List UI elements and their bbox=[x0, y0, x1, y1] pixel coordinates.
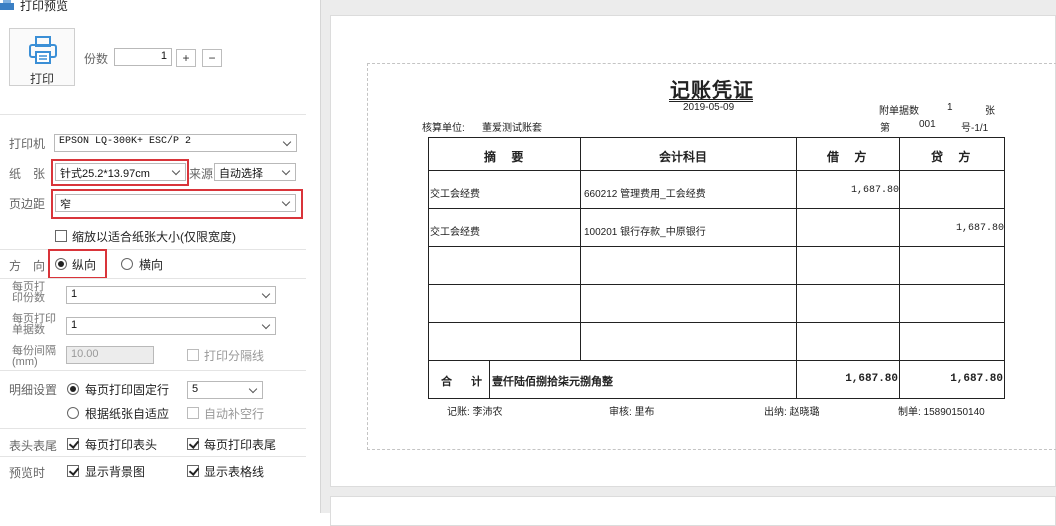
divider bbox=[0, 456, 306, 457]
attach-label: 附单据数 bbox=[879, 106, 919, 117]
landscape-label: 横向 bbox=[139, 258, 164, 272]
show-grid-label: 显示表格线 bbox=[204, 465, 265, 479]
divider bbox=[0, 428, 306, 429]
docs-per-page-label: 单据数 bbox=[12, 324, 45, 336]
scale-to-fit-checkbox[interactable] bbox=[55, 230, 67, 242]
printer-icon bbox=[29, 36, 57, 64]
adapt-radio[interactable] bbox=[67, 407, 79, 419]
table-header-debit: 借 方 bbox=[827, 150, 873, 164]
printer-select[interactable]: EPSON LQ-300K+ ESC/P 2 bbox=[54, 134, 297, 152]
preview-label: 预览时 bbox=[9, 466, 46, 480]
docs-per-page-select[interactable]: 1 bbox=[66, 317, 276, 335]
print-separator-label: 打印分隔线 bbox=[204, 349, 265, 363]
copies-minus-button[interactable]: − bbox=[202, 49, 222, 67]
table-header-account: 会计科目 bbox=[659, 150, 708, 164]
preview-page: 记账凭证 2019-05-09 附单据数 1 张 核算单位: 董爱测试账套 第 … bbox=[330, 15, 1056, 487]
print-header-label: 每页打印表头 bbox=[85, 438, 158, 452]
autofill-label: 自动补空行 bbox=[204, 407, 265, 421]
print-footer-label: 每页打印表尾 bbox=[204, 438, 277, 452]
window-title: 打印预览 bbox=[20, 0, 69, 13]
printer-icon bbox=[0, 0, 14, 10]
attach-unit: 张 bbox=[985, 106, 995, 117]
voucher-no-suffix: 号-1/1 bbox=[961, 123, 989, 134]
reviewer: 审核: 里布 bbox=[609, 407, 655, 418]
interval-unit-label: (mm) bbox=[12, 356, 38, 368]
orientation-label: 方 向 bbox=[9, 259, 46, 273]
cashier: 出纳: 赵晓璐 bbox=[764, 407, 820, 418]
table-cell-summary: 交工会经费 bbox=[430, 189, 480, 200]
show-bg-label: 显示背景图 bbox=[85, 465, 146, 479]
voucher-date: 2019-05-09 bbox=[683, 102, 735, 113]
highlight-box bbox=[51, 189, 303, 219]
autofill-checkbox[interactable] bbox=[187, 407, 199, 419]
table-cell-summary: 交工会经费 bbox=[430, 227, 480, 238]
print-button[interactable]: 打印 bbox=[9, 28, 75, 86]
table-header-credit: 贷 方 bbox=[931, 150, 977, 164]
attach-value: 1 bbox=[947, 102, 953, 113]
show-bg-checkbox[interactable] bbox=[67, 465, 79, 477]
print-header-checkbox[interactable] bbox=[67, 438, 79, 450]
interval-input[interactable]: 10.00 bbox=[66, 346, 154, 364]
table-header-summary: 摘 要 bbox=[484, 150, 530, 164]
print-separator-checkbox[interactable] bbox=[187, 349, 199, 361]
fixed-rows-select[interactable]: 5 bbox=[187, 381, 263, 399]
table-cell-debit: 1,687.80 bbox=[850, 185, 899, 196]
fixed-rows-radio[interactable] bbox=[67, 383, 79, 395]
unit-label: 核算单位: bbox=[422, 123, 465, 134]
voucher-no-label: 第 bbox=[880, 123, 890, 134]
margin-label: 页边距 bbox=[9, 197, 46, 211]
divider bbox=[0, 249, 306, 250]
table-cell-account: 660212 管理费用_工会经费 bbox=[584, 189, 706, 200]
preview-page bbox=[330, 496, 1056, 526]
maker: 制单: 15890150140 bbox=[898, 407, 985, 418]
copies-plus-button[interactable]: + bbox=[176, 49, 196, 67]
total-debit: 1,687.80 bbox=[845, 373, 898, 385]
settings-panel: 打印 份数 1 + − 打印机 EPSON LQ-300K+ ESC/P 2 纸… bbox=[0, 13, 313, 513]
print-footer-checkbox[interactable] bbox=[187, 438, 199, 450]
total-in-words: 壹仟陆佰捌拾柒元捌角整 bbox=[492, 376, 613, 388]
source-label: 来源 bbox=[189, 167, 214, 181]
printer-label: 打印机 bbox=[9, 137, 46, 151]
total-credit: 1,687.80 bbox=[950, 373, 1003, 385]
voucher-no-value: 001 bbox=[919, 119, 936, 130]
table-cell-credit: 1,687.80 bbox=[955, 223, 1004, 234]
print-button-label: 打印 bbox=[29, 72, 54, 86]
fixed-rows-label: 每页打印固定行 bbox=[85, 383, 170, 397]
total-label: 合 计 bbox=[441, 376, 486, 388]
paper-label: 纸 张 bbox=[9, 167, 46, 181]
highlight-box bbox=[48, 249, 107, 279]
table-cell-account: 100201 银行存款_中原银行 bbox=[584, 227, 706, 238]
copies-per-page-label: 印份数 bbox=[12, 292, 45, 304]
source-select[interactable]: 自动选择 bbox=[214, 163, 296, 181]
highlight-box bbox=[51, 159, 189, 186]
divider bbox=[0, 278, 306, 279]
divider bbox=[0, 370, 306, 371]
copies-per-page-select[interactable]: 1 bbox=[66, 286, 276, 304]
show-grid-checkbox[interactable] bbox=[187, 465, 199, 477]
scale-to-fit-label: 缩放以适合纸张大小(仅限宽度) bbox=[72, 230, 236, 244]
title-underline bbox=[669, 99, 753, 100]
detail-label: 明细设置 bbox=[9, 383, 58, 397]
bookkeeper: 记账: 李沛农 bbox=[447, 407, 503, 418]
unit-value: 董爱测试账套 bbox=[482, 123, 542, 134]
landscape-radio[interactable] bbox=[121, 258, 133, 270]
copies-label: 份数 bbox=[84, 52, 109, 66]
voucher-table: 摘 要 会计科目 借 方 贷 方 交工会经费 660212 管理费用_工会经费 … bbox=[428, 137, 1005, 399]
header-footer-label: 表头表尾 bbox=[9, 439, 58, 453]
preview-area: 记账凭证 2019-05-09 附单据数 1 张 核算单位: 董爱测试账套 第 … bbox=[321, 0, 1056, 526]
divider bbox=[0, 114, 306, 115]
adapt-label: 根据纸张自适应 bbox=[85, 407, 170, 421]
copies-input[interactable]: 1 bbox=[114, 48, 172, 66]
